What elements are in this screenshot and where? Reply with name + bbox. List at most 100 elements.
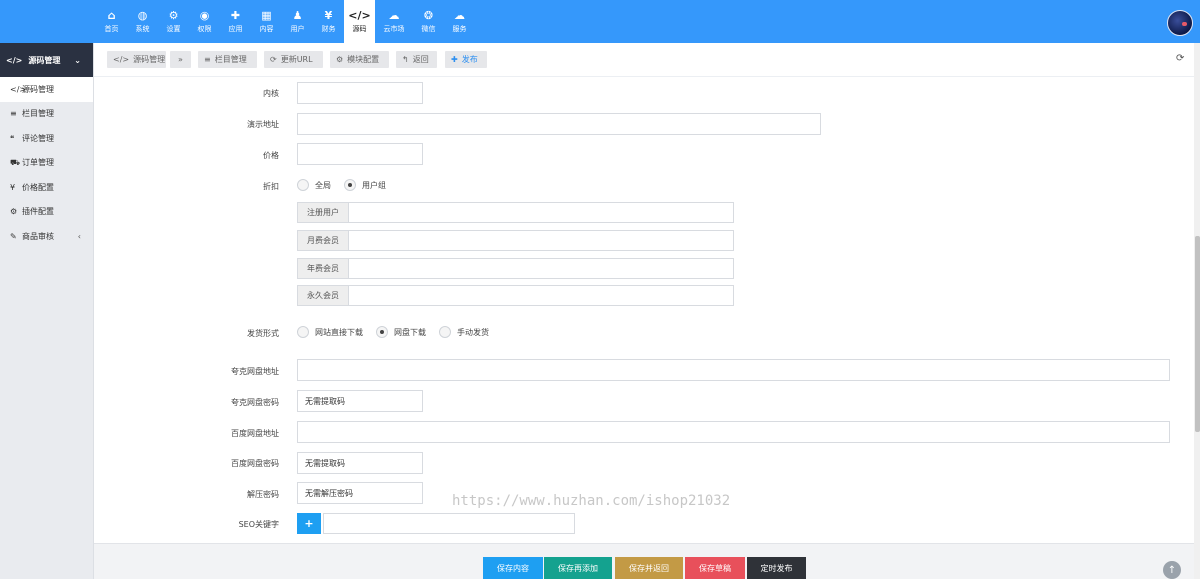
main-form: 内核 演示地址 价格 折扣 全局 用户组 注册用户 月费会员 年费会员 永久会员… (94, 77, 1194, 543)
unzip-password-label: 解压密码 (247, 490, 279, 499)
unzip-password-input[interactable]: 无需解压密码 (297, 482, 423, 504)
refresh-icon[interactable]: ⟳ (1176, 53, 1184, 64)
save-content-button[interactable]: 保存内容 (483, 557, 543, 579)
sidebar-item-label: 源码管理 (22, 84, 54, 94)
group-label: 年费会员 (298, 259, 349, 278)
group-label: 月费会员 (298, 231, 349, 250)
refresh-icon: ⟳ (270, 55, 277, 64)
top-bar: ⌂ 首页 ◍ 系统 ⚙ 设置 ◉ 权限 ✚ 应用 ▦ 内容 ♟ 用户 ¥ 财务 </> 源码 ☁ 云… (0, 0, 1200, 43)
avatar[interactable] (1167, 10, 1193, 36)
quark-url-label: 夸克网盘地址 (231, 367, 279, 376)
demo-url-input[interactable] (297, 113, 821, 135)
sidebar-item-order-manage[interactable]: ⛟ 订单管理 (0, 151, 93, 176)
nav-service[interactable]: ☁ 服务 (444, 0, 475, 43)
bottom-action-bar: 保存内容 保存再添加 保存并返回 保存草稿 定时发布 (94, 543, 1194, 579)
dropdown-button[interactable]: » (170, 51, 191, 68)
module-config-button[interactable]: ⚙ 模块配置 (330, 51, 389, 68)
group-price-input[interactable] (349, 231, 733, 250)
scrollbar-thumb[interactable] (1195, 236, 1200, 432)
button-label: 保存再添加 (558, 563, 598, 573)
save-draft-button[interactable]: 保存草稿 (685, 557, 745, 579)
quark-url-input[interactable] (297, 359, 1170, 381)
gear-icon: ⚙ (336, 55, 344, 64)
delivery-label: 发货形式 (247, 329, 279, 338)
sidebar-item-plugin-config[interactable]: ⚙ 插件配置 (0, 200, 93, 225)
top-nav: ⌂ 首页 ◍ 系统 ⚙ 设置 ◉ 权限 ✚ 应用 ▦ 内容 ♟ 用户 ¥ 财务 </> 源码 ☁ 云… (96, 0, 475, 43)
discount-label: 折扣 (263, 182, 279, 191)
baidu-url-label: 百度网盘地址 (231, 429, 279, 438)
double-chevron-icon: » (178, 55, 183, 64)
save-and-add-button[interactable]: 保存再添加 (544, 557, 612, 579)
scroll-to-top-button[interactable]: ↑ (1163, 561, 1181, 579)
delivery-netdisk-radio[interactable] (376, 326, 388, 338)
seo-keywords-input[interactable] (323, 513, 575, 534)
gear-icon: ⚙ (10, 207, 18, 217)
group-price-input[interactable] (349, 203, 733, 222)
baidu-url-input[interactable] (297, 421, 1170, 443)
nav-wechat[interactable]: ❂ 微信 (413, 0, 444, 43)
kernel-label: 内核 (263, 89, 279, 98)
nav-home[interactable]: ⌂ 首页 (96, 0, 127, 43)
user-icon: ♟ (292, 9, 303, 22)
comment-icon: ❝ (10, 133, 15, 143)
nav-label: 应用 (228, 25, 243, 33)
nav-label: 设置 (166, 25, 181, 33)
yen-icon: ¥ (324, 9, 333, 22)
save-and-return-button[interactable]: 保存并返回 (615, 557, 683, 579)
group-price-input[interactable] (349, 286, 733, 305)
discount-global-radio[interactable] (297, 179, 309, 191)
quark-code-input[interactable]: 无需提取码 (297, 390, 423, 412)
cloud-icon: ☁ (454, 9, 465, 22)
column-manage-button[interactable]: ≡ 栏目管理 (198, 51, 257, 68)
code-icon: </> (10, 84, 27, 94)
discount-radio-group: 全局 用户组 (297, 179, 399, 191)
nav-users[interactable]: ♟ 用户 (282, 0, 313, 43)
radio-label: 网盘下载 (394, 327, 426, 337)
publish-button[interactable]: ✚ 发布 (445, 51, 487, 68)
delivery-direct-radio[interactable] (297, 326, 309, 338)
toolbar: </> 源码管理 » ≡ 栏目管理 ⟳ 更新URL ⚙ 模块配置 ↰ 返回 ✚ 发布 ⟳ (94, 43, 1194, 77)
nav-content[interactable]: ▦ 内容 (251, 0, 282, 43)
code-icon: </> (348, 9, 371, 22)
nav-label: 首页 (104, 25, 119, 33)
nav-source[interactable]: </> 源码 (344, 0, 375, 43)
sidebar: </> 源码管理 ⌄ </> 源码管理 ≡ 栏目管理 ❝ 评论管理 ⛟ 订单管理 ¥ 价格… (0, 43, 94, 579)
nav-system[interactable]: ◍ 系统 (127, 0, 158, 43)
nav-finance[interactable]: ¥ 财务 (313, 0, 344, 43)
code-icon: </> (6, 55, 23, 65)
add-keyword-button[interactable]: + (297, 513, 321, 534)
nav-cloud-market[interactable]: ☁ 云市场 (375, 0, 413, 43)
button-label: 保存内容 (497, 563, 529, 573)
nav-apps[interactable]: ✚ 应用 (220, 0, 251, 43)
sidebar-item-comment-manage[interactable]: ❝ 评论管理 (0, 126, 93, 151)
delivery-manual-radio[interactable] (439, 326, 451, 338)
group-price-row: 注册用户 (297, 202, 734, 223)
price-input[interactable] (297, 143, 423, 165)
sidebar-item-label: 插件配置 (22, 207, 54, 217)
back-button[interactable]: ↰ 返回 (396, 51, 437, 68)
wechat-icon: ❂ (423, 9, 434, 22)
sidebar-header[interactable]: </> 源码管理 ⌄ (0, 43, 93, 77)
chevron-left-icon: ‹ (77, 231, 81, 241)
nav-permissions[interactable]: ◉ 权限 (189, 0, 220, 43)
group-price-input[interactable] (349, 259, 733, 278)
price-label: 价格 (263, 151, 279, 160)
button-label: 更新URL (280, 55, 313, 64)
kernel-input[interactable] (297, 82, 423, 104)
yen-icon: ¥ (10, 182, 16, 192)
nav-settings[interactable]: ⚙ 设置 (158, 0, 189, 43)
chevron-down-icon: ⌄ (74, 55, 81, 65)
radio-label: 网站直接下载 (315, 327, 363, 337)
sidebar-item-source-manage[interactable]: </> 源码管理 (0, 77, 93, 102)
list-icon: ≡ (10, 109, 17, 119)
update-url-button[interactable]: ⟳ 更新URL (264, 51, 323, 68)
sidebar-item-price-config[interactable]: ¥ 价格配置 (0, 175, 93, 200)
source-manage-button[interactable]: </> 源码管理 (107, 51, 166, 68)
sidebar-item-product-review[interactable]: ✎ 商品审核 ‹ (0, 224, 93, 249)
discount-usergroup-radio[interactable] (344, 179, 356, 191)
baidu-code-input[interactable]: 无需提取码 (297, 452, 423, 474)
schedule-publish-button[interactable]: 定时发布 (747, 557, 806, 579)
delivery-radio-group: 网站直接下载 网盘下载 手动发货 (297, 326, 502, 338)
sidebar-item-column-manage[interactable]: ≡ 栏目管理 (0, 102, 93, 127)
seo-keywords-label: SEO关键字 (238, 520, 279, 529)
